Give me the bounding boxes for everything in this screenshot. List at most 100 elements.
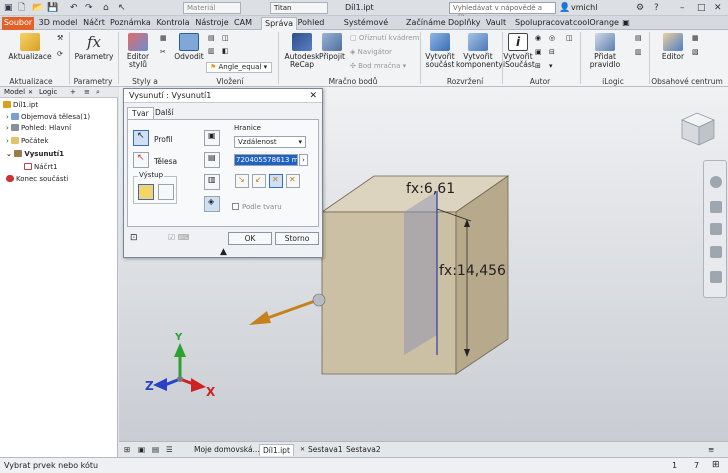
profile-select-button[interactable]: ↖ xyxy=(133,130,149,146)
select-icon[interactable]: ↖ xyxy=(118,2,126,14)
tab-vault[interactable]: Vault xyxy=(485,17,507,30)
ilogic-icon-2[interactable]: ▥ xyxy=(635,48,642,57)
create-ipart-button[interactable]: i Vytvořit iSoučást xyxy=(503,33,535,69)
status-options-icon[interactable]: ⊞ xyxy=(712,460,720,470)
dimension-height[interactable]: fx:14,456 xyxy=(439,263,506,279)
dialog-title[interactable]: Vysunutí : Vysunutí1 xyxy=(124,89,322,103)
app-logo-icon[interactable]: ▣ xyxy=(4,2,13,14)
minimize-icon[interactable]: – xyxy=(680,2,685,14)
angle-equal-select[interactable]: ⚑ Angle_equal ▾ xyxy=(206,62,272,73)
match-shape-checkbox[interactable]: Podle tvaru xyxy=(232,203,282,211)
recap-button[interactable]: Autodesk ReCap xyxy=(282,33,322,69)
arrange-icon[interactable]: ▤ xyxy=(149,444,162,456)
tab-sketch[interactable]: Náčrt xyxy=(82,17,106,30)
clip-button[interactable]: ▢ Oříznutí kvádrem xyxy=(350,34,419,43)
intersect-button[interactable]: ▥ xyxy=(204,174,220,190)
collapse-icon[interactable]: ⌄ xyxy=(6,150,12,158)
preview-toggle-icon[interactable]: ☑ ⌨ xyxy=(168,233,189,242)
autor-icon-6[interactable]: ▾ xyxy=(549,62,553,71)
pointcloud-button[interactable]: ✣ Bod mračna ▾ xyxy=(350,62,406,71)
doc-tab-part1[interactable]: Díl1.ipt xyxy=(259,444,294,456)
tab-view[interactable]: Pohled xyxy=(297,17,325,30)
tab-shape[interactable]: Tvar xyxy=(127,107,154,119)
undo-icon[interactable]: ↶ xyxy=(70,2,78,14)
cancel-button[interactable]: Storno xyxy=(275,232,319,245)
browser-menu-icon[interactable]: ≡ xyxy=(84,88,90,97)
style-editor-button[interactable]: Editor stylů xyxy=(119,33,157,69)
tree-item-part[interactable]: Díl1.ipt xyxy=(3,101,38,110)
content-icon-1[interactable]: ▦ xyxy=(692,34,699,43)
tab-cam[interactable]: CAM xyxy=(232,17,254,30)
autor-icon-1[interactable]: ◉ xyxy=(535,34,541,43)
autor-icon-3[interactable]: ⊞ xyxy=(535,62,541,71)
tab-collaborate[interactable]: Spolupracovat xyxy=(515,17,573,30)
expand-icon[interactable]: › xyxy=(6,113,9,121)
new-icon[interactable]: 🗋 xyxy=(18,2,25,14)
orbit-icon[interactable] xyxy=(710,246,722,258)
browser-add-icon[interactable]: + xyxy=(70,88,76,97)
new-solid-button[interactable]: ◈ xyxy=(204,196,220,212)
derive-button[interactable]: Odvodit xyxy=(174,33,204,61)
distance-input[interactable]: 7204055786​13 mm xyxy=(234,154,298,166)
doc-tab-home[interactable]: Moje domovská... xyxy=(191,444,263,456)
dimension-depth[interactable]: fx:6,61 xyxy=(406,181,455,197)
window-menu-icon[interactable]: ☰ xyxy=(163,444,176,456)
drag-handle[interactable] xyxy=(312,293,326,307)
save-icon[interactable]: 💾 xyxy=(47,2,58,14)
close-icon[interactable]: ✕ xyxy=(714,2,722,14)
help-icon[interactable]: ⊡ xyxy=(130,233,138,243)
direction-2-button[interactable]: ↙ xyxy=(252,174,266,188)
style-library-icon[interactable]: ▦ xyxy=(160,34,167,43)
cascade-icon[interactable]: ▣ xyxy=(135,444,148,456)
autor-icon-4[interactable]: ◎ xyxy=(549,34,555,43)
home-icon[interactable]: ⌂ xyxy=(103,2,109,14)
tools-icon[interactable]: ⚒ xyxy=(57,34,63,43)
steering-wheel-icon[interactable] xyxy=(710,176,722,188)
direction-1-button[interactable]: ↘ xyxy=(235,174,249,188)
tab-manage[interactable]: Správa xyxy=(261,17,297,30)
appearance-select[interactable]: Materiál xyxy=(183,2,241,14)
cart-icon[interactable]: ⚙ xyxy=(636,2,644,14)
extrude-arrow-head-icon[interactable] xyxy=(249,311,271,325)
zoom-icon[interactable] xyxy=(710,223,722,235)
ribbon-options-icon[interactable]: ▣ xyxy=(620,17,632,30)
open-icon[interactable]: 📂 xyxy=(32,2,43,14)
browser-tab-model-close-icon[interactable]: ✕ xyxy=(28,88,33,97)
tree-item-view[interactable]: › Pohled: Hlavní xyxy=(6,124,71,133)
tree-item-origin[interactable]: › Počátek xyxy=(6,137,49,146)
search-input[interactable]: Vyhledávat v nápovědě a příkaze xyxy=(449,2,556,22)
symmetric-button[interactable]: ✕ xyxy=(269,174,283,188)
browser-tab-model[interactable]: Model xyxy=(4,88,25,97)
ok-button[interactable]: OK xyxy=(228,232,272,245)
tab-annotate[interactable]: Poznámka xyxy=(110,17,151,30)
user-icon[interactable]: 👤 xyxy=(559,2,570,14)
rebuild-icon[interactable]: ⟳ xyxy=(57,50,63,59)
dialog-close-icon[interactable]: ✕ xyxy=(309,91,317,101)
maximize-icon[interactable]: □ xyxy=(697,2,706,14)
tab-tools[interactable]: Nástroje xyxy=(195,17,229,30)
asymmetric-button[interactable]: ✕ xyxy=(286,174,300,188)
tab-get-started[interactable]: Začínáme xyxy=(406,17,446,30)
object-icon[interactable]: ▥ xyxy=(208,47,215,56)
tab-file[interactable]: Soubor xyxy=(2,17,34,30)
import-icon[interactable]: ▤ xyxy=(208,34,215,43)
parameters-button[interactable]: fx Parametry xyxy=(74,33,114,61)
doc-tab-assembly2[interactable]: Sestava2 xyxy=(343,444,384,456)
purge-icon[interactable]: ✂ xyxy=(160,48,166,57)
user-name[interactable]: vmichl xyxy=(571,3,597,12)
autor-icon-7[interactable]: ◫ xyxy=(566,34,573,43)
help-icon[interactable]: ? xyxy=(654,2,659,14)
join-button[interactable]: ▣ xyxy=(204,130,220,146)
tree-item-extrusion[interactable]: ⌄ Vysunutí1 xyxy=(6,150,64,159)
tab-coolorange[interactable]: coolOrange xyxy=(573,17,619,30)
add-rule-button[interactable]: Přidat pravidlo xyxy=(579,33,631,69)
autor-icon-2[interactable]: ▣ xyxy=(535,48,542,57)
output-solid-button[interactable] xyxy=(138,184,154,200)
cut-button[interactable]: ▤ xyxy=(204,152,220,168)
tab-addins[interactable]: Doplňky xyxy=(448,17,481,30)
content-icon-2[interactable]: ▧ xyxy=(692,48,699,57)
distance-menu-button[interactable]: › xyxy=(299,154,308,166)
vba-icon[interactable]: ◧ xyxy=(222,47,229,56)
browser-search-icon[interactable]: ⌕ xyxy=(96,88,100,97)
autor-icon-5[interactable]: ⊟ xyxy=(549,48,555,57)
